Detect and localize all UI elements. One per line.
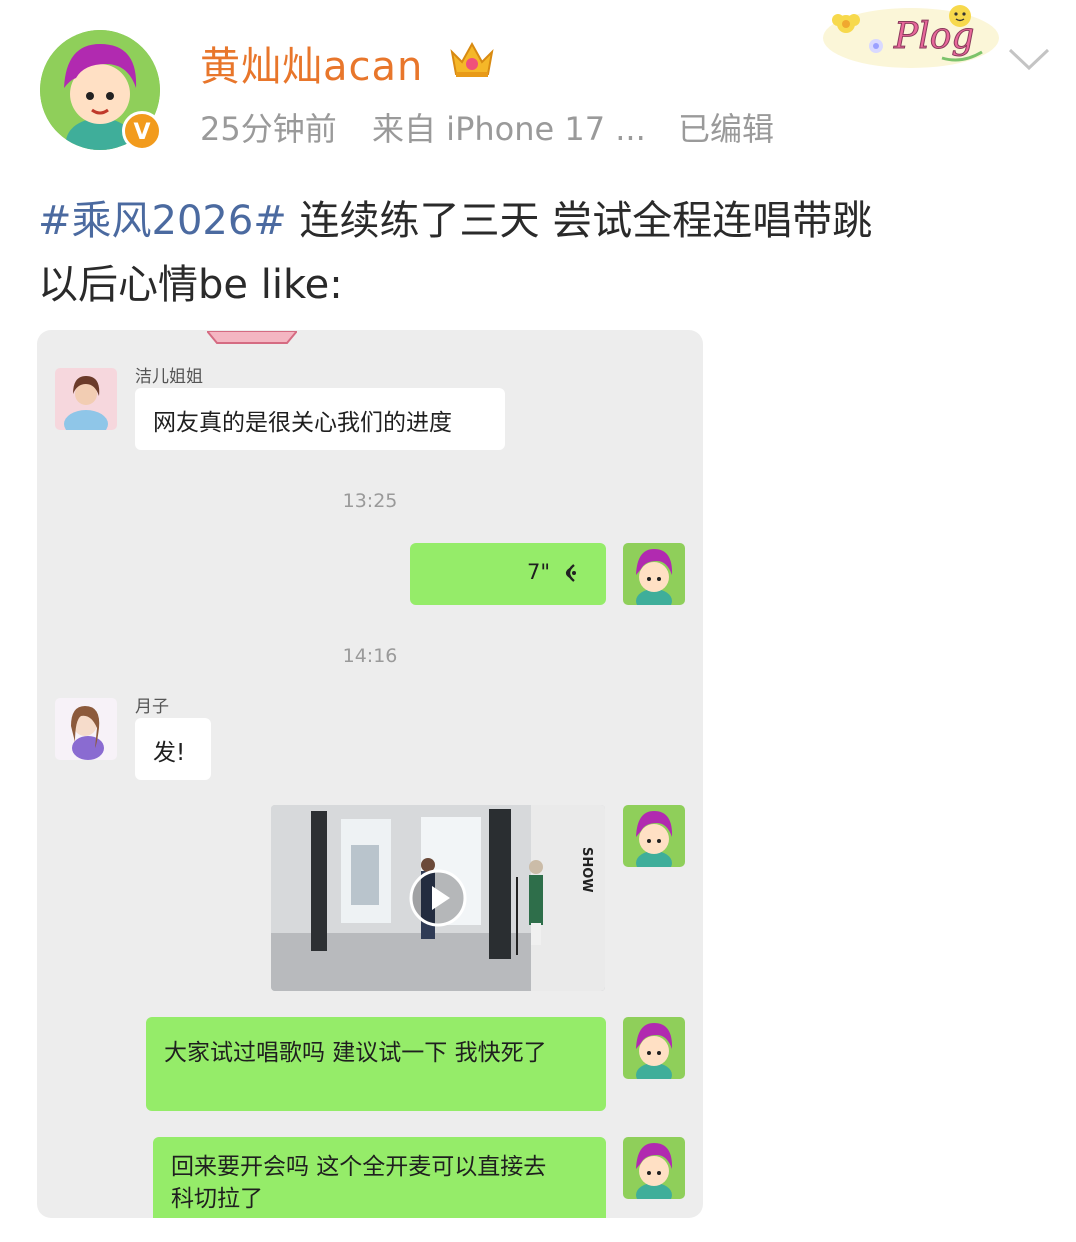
voice-message[interactable]: 7" bbox=[410, 543, 606, 605]
svg-text:SHOW: SHOW bbox=[579, 847, 594, 893]
post-text-line1: #乘风2026# 连续练了三天 尝试全程连唱带跳 bbox=[38, 188, 872, 246]
post-source: 来自 iPhone 17 ... bbox=[372, 110, 646, 148]
verified-icon: V bbox=[122, 111, 162, 151]
message-bubble[interactable]: 网友真的是很关心我们的进度 bbox=[135, 388, 505, 450]
voice-duration: 7" bbox=[526, 560, 550, 584]
play-icon[interactable] bbox=[408, 868, 468, 932]
message-bubble[interactable]: 回来要开会吗 这个全开麦可以直接去 科切拉了 bbox=[153, 1137, 606, 1218]
message-line: 科切拉了 bbox=[171, 1186, 263, 1212]
avatar-self[interactable] bbox=[623, 543, 685, 605]
edited-label[interactable]: 已编辑 bbox=[678, 104, 774, 150]
avatar-yuezi[interactable] bbox=[55, 698, 117, 760]
message-bubble[interactable]: 发! bbox=[135, 718, 211, 780]
crown-icon bbox=[448, 38, 496, 80]
sender-name: 月子 bbox=[135, 697, 169, 717]
post-text-line2: 以后心情be like: bbox=[38, 262, 343, 308]
voice-wave-icon bbox=[558, 561, 580, 591]
message-line: 回来要开会吗 这个全开麦可以直接去 bbox=[171, 1154, 547, 1180]
avatar-self[interactable] bbox=[623, 805, 685, 867]
chat-screenshot[interactable]: 洁儿姐姐 网友真的是很关心我们的进度 13:25 7" 14:16 月子 发! … bbox=[37, 330, 703, 1218]
avatar-jieer[interactable] bbox=[55, 368, 117, 430]
post-text-part: 连续练了三天 尝试全程连唱带跳 bbox=[286, 198, 873, 244]
cropped-sticker-fragment bbox=[204, 330, 300, 344]
username[interactable]: 黄灿灿acan bbox=[200, 34, 423, 92]
post-time: 25分钟前 bbox=[200, 110, 337, 148]
avatar-self[interactable] bbox=[623, 1017, 685, 1079]
chat-timestamp: 14:16 bbox=[342, 645, 398, 667]
chevron-down-icon[interactable] bbox=[1006, 44, 1052, 74]
sender-name: 洁儿姐姐 bbox=[135, 367, 203, 387]
avatar-self[interactable] bbox=[623, 1137, 685, 1199]
chat-timestamp: 13:25 bbox=[342, 490, 398, 512]
plog-sticker: Plog bbox=[822, 2, 1000, 70]
hashtag-link[interactable]: #乘风2026# bbox=[38, 198, 287, 244]
message-bubble[interactable]: 大家试过唱歌吗 建议试一下 我快死了 bbox=[146, 1017, 606, 1111]
video-message[interactable]: SHOW bbox=[271, 805, 605, 991]
